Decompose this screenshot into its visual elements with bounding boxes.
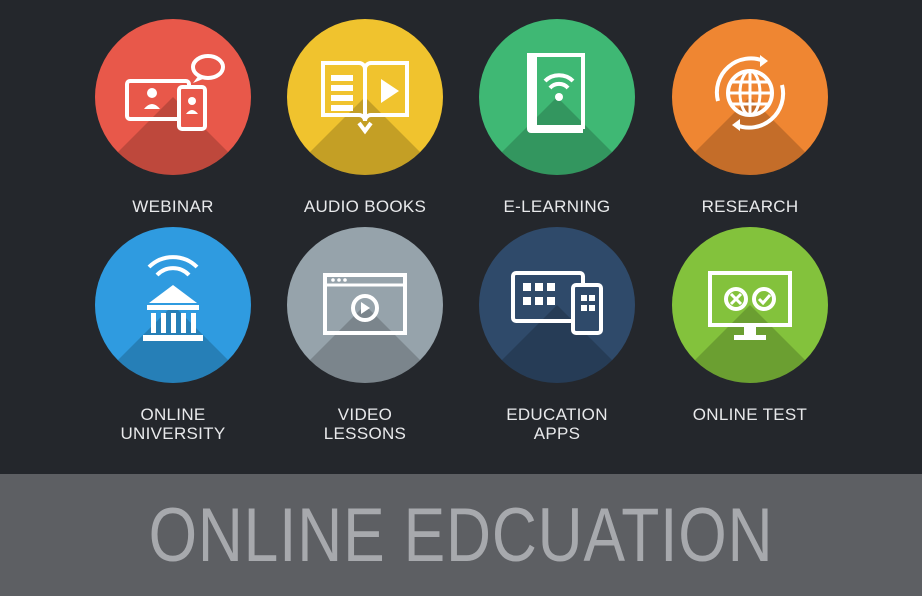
tile-research[interactable]: RESEARCH	[650, 19, 850, 216]
tile-webinar[interactable]: WEBINAR	[73, 19, 273, 216]
tile-education-apps[interactable]: EDUCATION APPS	[457, 227, 657, 443]
audio-book-icon	[321, 61, 409, 135]
globe-refresh-icon	[714, 55, 786, 131]
webinar-circle	[95, 19, 251, 175]
bottom-banner: ONLINE EDCUATION	[0, 474, 922, 596]
tile-label: VIDEO LESSONS	[323, 405, 407, 443]
tile-label: AUDIO BOOKS	[303, 197, 427, 216]
tile-e-learning[interactable]: E-LEARNING	[457, 19, 657, 216]
video-player-icon	[323, 273, 407, 335]
icon-grid: WEBINAR AUDIO BOOKS E-LEARNING RESEARCH …	[0, 0, 922, 474]
tile-video-lessons[interactable]: VIDEO LESSONS	[265, 227, 465, 443]
research-circle	[672, 19, 828, 175]
webinar-icon	[125, 54, 225, 131]
tile-label: ONLINE UNIVERSITY	[120, 405, 226, 443]
online-test-circle	[672, 227, 828, 383]
tile-label: E-LEARNING	[503, 197, 611, 216]
university-icon	[143, 255, 203, 341]
video-lessons-circle	[287, 227, 443, 383]
test-monitor-icon	[708, 271, 792, 340]
apps-devices-icon	[511, 271, 603, 335]
tile-label: EDUCATION APPS	[506, 405, 608, 443]
tile-label: ONLINE TEST	[692, 405, 808, 424]
banner-title: ONLINE EDCUATION	[148, 492, 774, 578]
online-university-circle	[95, 227, 251, 383]
tile-label: RESEARCH	[701, 197, 799, 216]
e-learning-circle	[479, 19, 635, 175]
tile-audio-books[interactable]: AUDIO BOOKS	[265, 19, 465, 216]
tile-online-test[interactable]: ONLINE TEST	[650, 227, 850, 424]
tile-label: WEBINAR	[132, 197, 214, 216]
tile-online-university[interactable]: ONLINE UNIVERSITY	[73, 227, 273, 443]
education-apps-circle	[479, 227, 635, 383]
audio-books-circle	[287, 19, 443, 175]
e-learning-icon	[527, 53, 585, 133]
